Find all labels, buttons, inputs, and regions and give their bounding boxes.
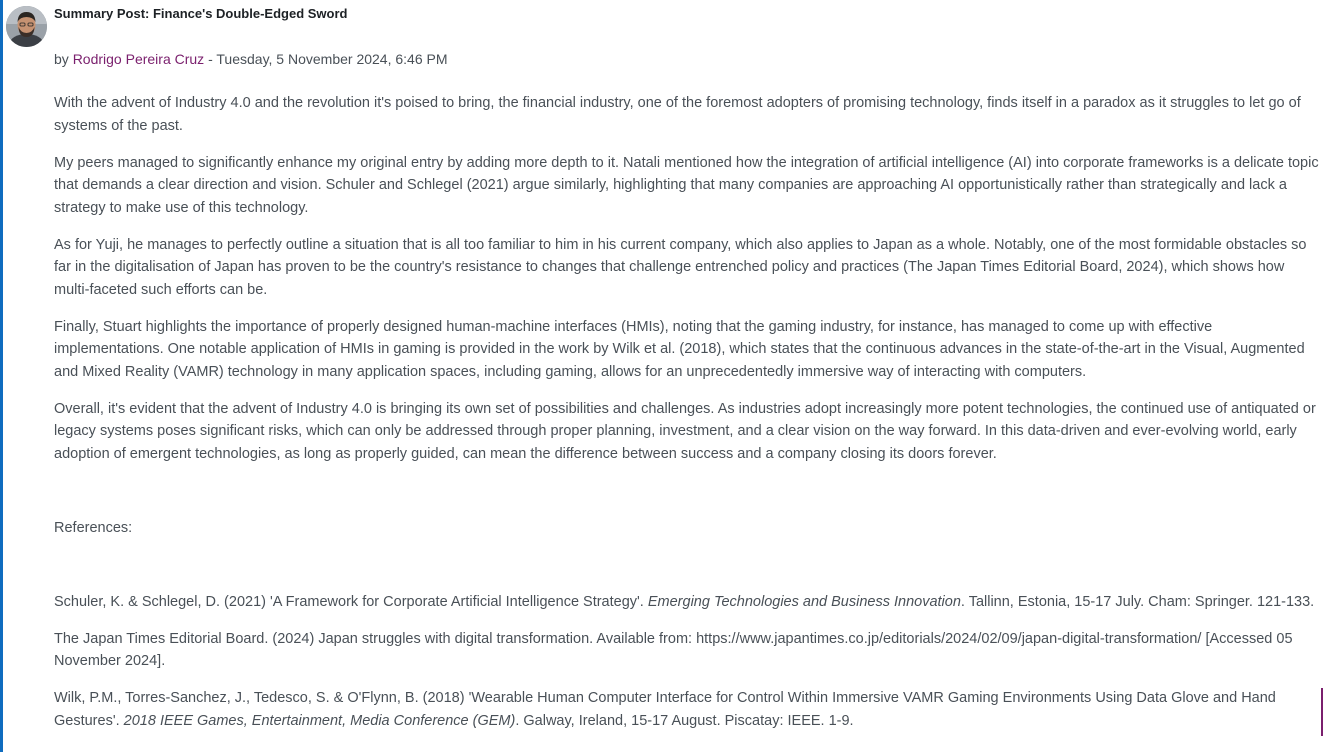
reference-source: 2018 IEEE Games, Entertainment, Media Co…	[123, 712, 516, 729]
post-left-accent-bar	[0, 0, 3, 752]
reference-item: The Japan Times Editorial Board. (2024) …	[54, 628, 1320, 673]
post-date: Tuesday, 5 November 2024, 6:46 PM	[216, 51, 448, 67]
post-paragraph: My peers managed to significantly enhanc…	[54, 154, 1319, 216]
post-paragraph: Overall, it's evident that the advent of…	[54, 400, 1316, 462]
byline-prefix: by	[54, 51, 73, 67]
user-avatar-icon	[6, 6, 47, 47]
author-avatar[interactable]	[6, 6, 47, 47]
post-byline: by Rodrigo Pereira Cruz - Tuesday, 5 Nov…	[54, 50, 448, 68]
reference-source: Emerging Technologies and Business Innov…	[647, 593, 961, 610]
forum-post-page: Summary Post: Finance's Double-Edged Swo…	[0, 0, 1323, 752]
post-content: With the advent of Industry 4.0 and the …	[54, 92, 1320, 747]
post-title: Summary Post: Finance's Double-Edged Swo…	[54, 6, 348, 21]
references-heading: References:	[54, 519, 133, 536]
reference-item: Wilk, P.M., Torres-Sanchez, J., Tedesco,…	[54, 687, 1320, 732]
author-link[interactable]: Rodrigo Pereira Cruz	[73, 51, 205, 67]
reference-text-end: . Tallinn, Estonia, 15-17 July. Cham: Sp…	[960, 593, 1315, 610]
post-paragraph: With the advent of Industry 4.0 and the …	[54, 95, 1301, 134]
post-paragraph: Finally, Stuart highlights the importanc…	[54, 318, 1305, 380]
reference-text: Schuler, K. & Schlegel, D. (2021) 'A Fra…	[54, 593, 648, 610]
reference-item: Schuler, K. & Schlegel, D. (2021) 'A Fra…	[54, 591, 1320, 614]
reference-text: The Japan Times Editorial Board. (2024) …	[54, 630, 1293, 670]
byline-separator: -	[204, 51, 217, 67]
post-paragraph: As for Yuji, he manages to perfectly out…	[54, 236, 1307, 298]
reference-text-end: . Galway, Ireland, 15-17 August. Piscata…	[515, 712, 854, 729]
